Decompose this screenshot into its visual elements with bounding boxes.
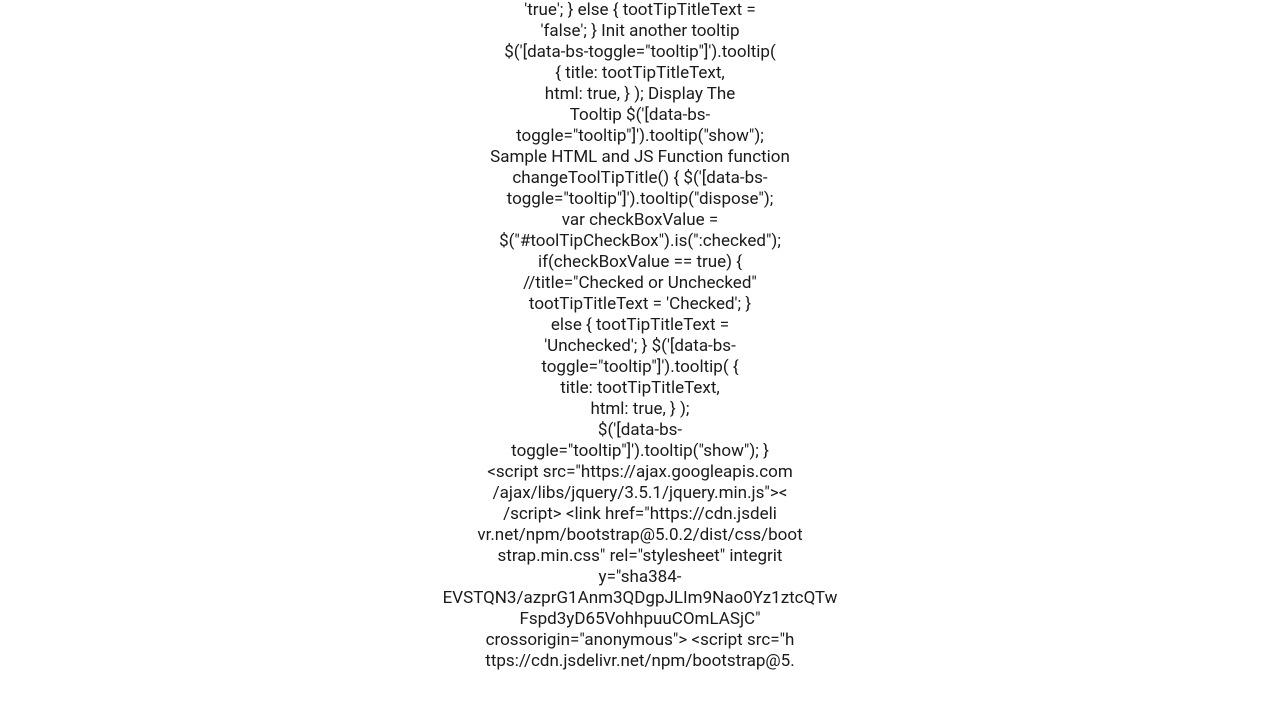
code-line: $('[data-bs-toggle="tooltip"]').tooltip( [425, 42, 855, 63]
code-line: /script> <link href="https://cdn.jsdeli [425, 504, 855, 525]
code-line: title: tootTipTitleText, [425, 378, 855, 399]
code-line: 'false'; } Init another tooltip [425, 21, 855, 42]
code-line: 'true'; } else { tootTipTitleText = [425, 0, 855, 21]
code-line: /ajax/libs/jquery/3.5.1/jquery.min.js">< [425, 483, 855, 504]
code-line: html: true, } ); Display The [425, 84, 855, 105]
code-line: $("#toolTipCheckBox").is(":checked"); [425, 231, 855, 252]
code-line: var checkBoxValue = [425, 210, 855, 231]
code-line: y="sha384- [425, 567, 855, 588]
code-line: ttps://cdn.jsdelivr.net/npm/bootstrap@5. [425, 651, 855, 672]
document-content: 'true'; } else { tootTipTitleText = 'fal… [425, 0, 855, 672]
code-line: if(checkBoxValue == true) { [425, 252, 855, 273]
code-line: 'Unchecked'; } $('[data-bs- [425, 336, 855, 357]
code-line: Fspd3yD65VohhpuuCOmLASjC" [425, 609, 855, 630]
code-line: //title="Checked or Unchecked" [425, 273, 855, 294]
code-line: changeToolTipTitle() { $('[data-bs- [425, 168, 855, 189]
code-line: else { tootTipTitleText = [425, 315, 855, 336]
code-line: <script src="https://ajax.googleapis.com [425, 462, 855, 483]
code-line: $('[data-bs- [425, 420, 855, 441]
code-line: html: true, } ); [425, 399, 855, 420]
code-line: Tooltip $('[data-bs- [425, 105, 855, 126]
code-line: { title: tootTipTitleText, [425, 63, 855, 84]
code-line: EVSTQN3/azprG1Anm3QDgpJLIm9Nao0Yz1ztcQTw [425, 588, 855, 609]
code-line: vr.net/npm/bootstrap@5.0.2/dist/css/boot [425, 525, 855, 546]
code-line: toggle="tooltip"]').tooltip("show"); [425, 126, 855, 147]
code-line: crossorigin="anonymous"> <script src="h [425, 630, 855, 651]
code-line: strap.min.css" rel="stylesheet" integrit [425, 546, 855, 567]
code-line: Sample HTML and JS Function function [425, 147, 855, 168]
code-line: tootTipTitleText = 'Checked'; } [425, 294, 855, 315]
code-line: toggle="tooltip"]').tooltip("show"); } [425, 441, 855, 462]
code-line: toggle="tooltip"]').tooltip( { [425, 357, 855, 378]
code-line: toggle="tooltip"]').tooltip("dispose"); [425, 189, 855, 210]
